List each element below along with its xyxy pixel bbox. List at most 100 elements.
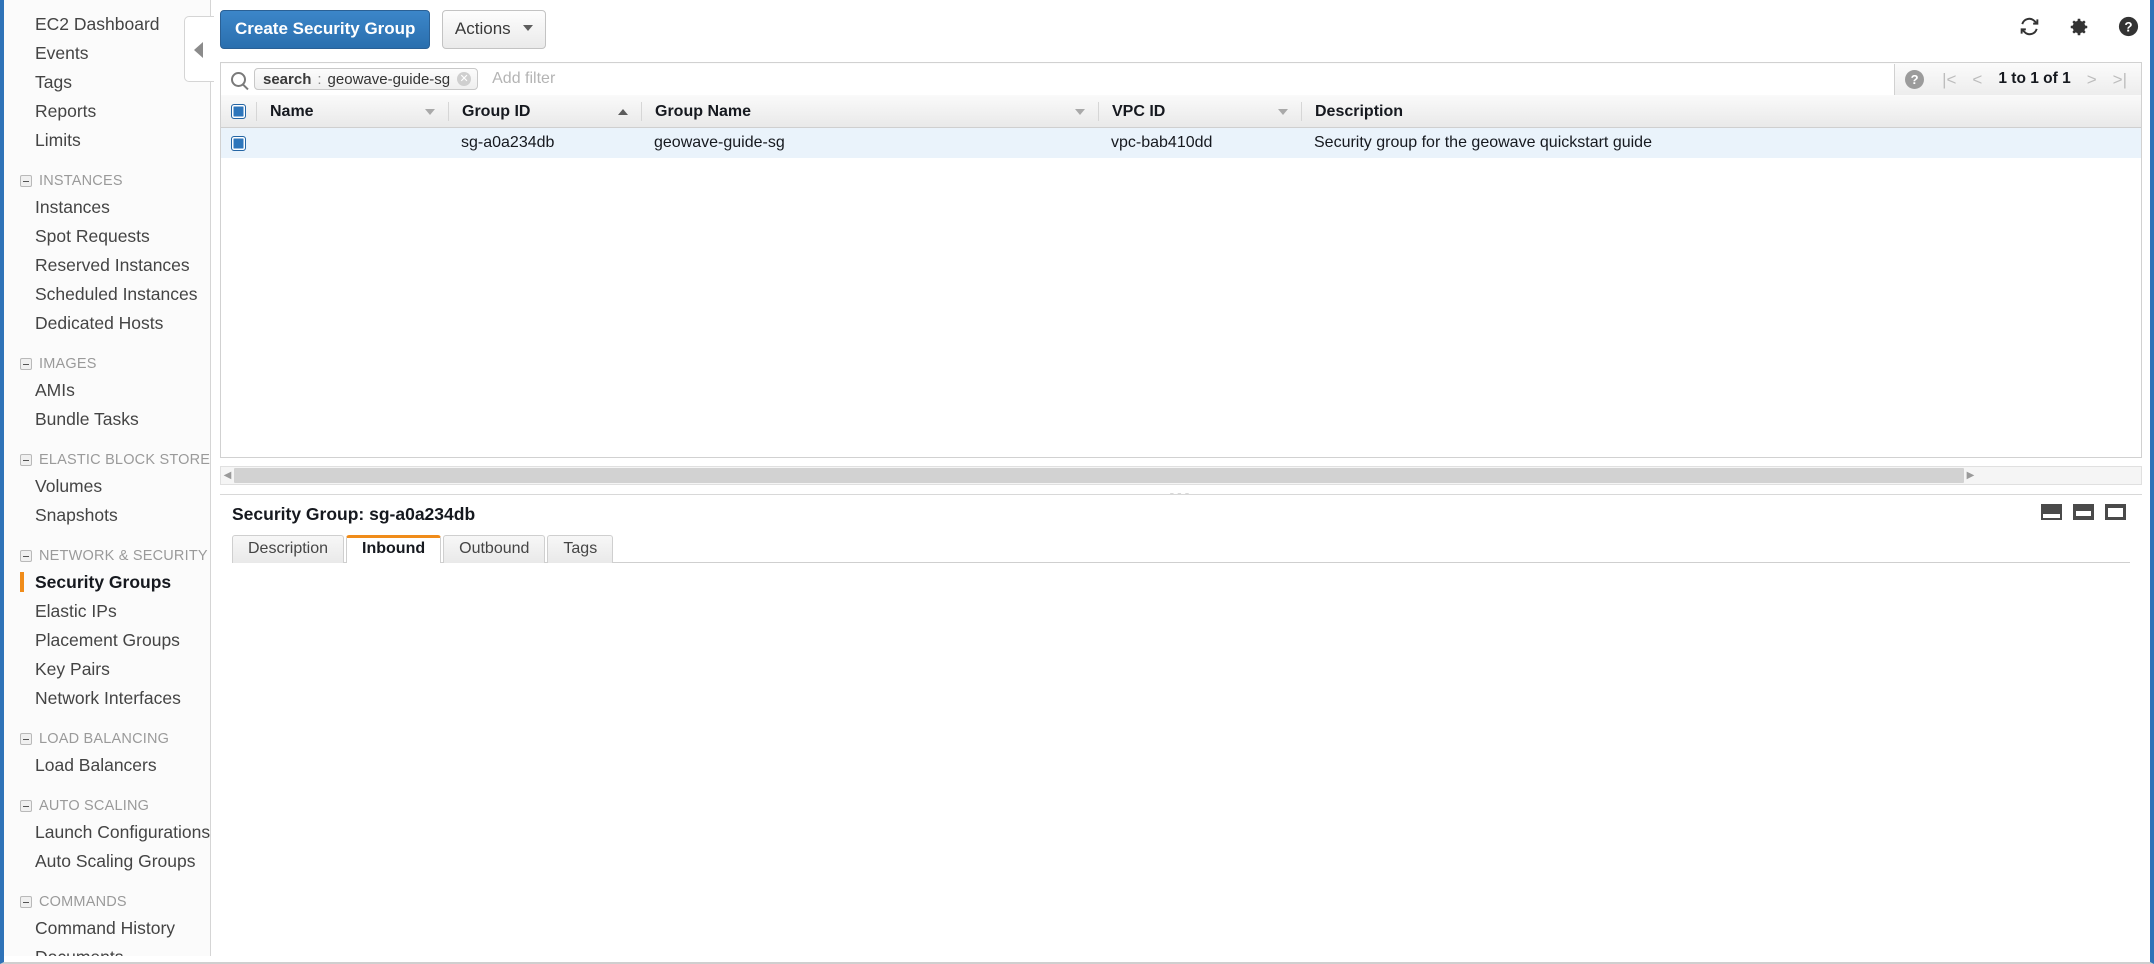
sidebar-item-spot-requests[interactable]: Spot Requests [4,222,210,251]
gear-icon[interactable] [2068,16,2090,38]
sidebar-top-links: EC2 Dashboard Events Tags Reports Limits [4,10,210,155]
add-filter-placeholder[interactable]: Add filter [492,70,555,88]
filter-token-value: geowave-guide-sg [327,70,451,88]
sidebar-group-elastic-block-store: ELASTIC BLOCK STORE [4,449,210,471]
sidebar-item-instances[interactable]: Instances [4,193,210,222]
sidebar-group-label: LOAD BALANCING [39,731,170,747]
security-groups-table: Name Group ID Group Name VPC ID Descript… [220,95,2142,458]
column-label: VPC ID [1112,102,1166,120]
sidebar-item-bundle-tasks[interactable]: Bundle Tasks [4,405,210,434]
help-icon[interactable]: ? [1905,69,1925,89]
column-header-vpc-id[interactable]: VPC ID [1098,101,1301,121]
ec2-console-window: EC2 Dashboard Events Tags Reports Limits INS… [0,0,2154,964]
pagination: |< < 1 to 1 of 1 > >| [1934,70,2141,88]
tab-outbound[interactable]: Outbound [443,535,546,563]
next-page-button[interactable]: > [2087,71,2097,88]
sort-descending-icon [1278,108,1288,115]
sidebar-item-documents[interactable]: Documents [4,943,210,956]
sidebar-item-key-pairs[interactable]: Key Pairs [4,655,210,684]
last-page-button[interactable]: >| [2113,71,2127,88]
column-header-group-name[interactable]: Group Name [641,101,1098,121]
sidebar-item-auto-scaling-groups[interactable]: Auto Scaling Groups [4,847,210,876]
sidebar-item-load-balancers[interactable]: Load Balancers [4,751,210,780]
cell-vpc-id: vpc-bab410dd [1111,134,1213,151]
sidebar-item-network-interfaces[interactable]: Network Interfaces [4,684,210,713]
actions-label: Actions [454,19,511,38]
scrollbar-thumb[interactable] [234,468,1964,483]
collapse-group-icon[interactable] [20,550,32,562]
sidebar-group-label: IMAGES [39,356,97,372]
collapse-group-icon[interactable] [20,175,32,187]
search-icon [231,71,246,87]
details-tabs: Description Inbound Outbound Tags [232,535,2130,563]
layout-full-icon[interactable] [2105,504,2126,520]
sidebar-item-scheduled-instances[interactable]: Scheduled Instances [4,280,210,309]
sidebar-item-security-groups[interactable]: Security Groups [4,568,210,597]
select-all-cell [221,103,256,119]
scroll-right-icon[interactable]: ▶ [1964,470,1977,481]
sidebar-group-label: AUTO SCALING [39,798,150,814]
previous-page-button[interactable]: < [1972,71,1982,88]
chevron-left-icon [194,42,203,58]
svg-text:?: ? [2124,19,2132,34]
first-page-button[interactable]: |< [1942,71,1956,88]
sidebar-item-tags[interactable]: Tags [4,68,210,97]
layout-split-icon[interactable] [2073,504,2094,520]
column-label: Group ID [462,102,531,120]
sidebar-item-volumes[interactable]: Volumes [4,472,210,501]
sidebar-group-label: ELASTIC BLOCK STORE [39,452,211,468]
filter-token-key: search [263,70,312,88]
refresh-icon[interactable] [2018,15,2041,38]
cell-group-name: geowave-guide-sg [654,134,785,151]
layout-bottom-icon[interactable] [2041,504,2062,520]
main-content: Create Security Group Actions ? search:… [184,0,2150,956]
sidebar-group-commands: COMMANDS [4,891,210,913]
sidebar-item-ec2-dashboard[interactable]: EC2 Dashboard [4,10,210,39]
table-row[interactable]: sg-a0a234db geowave-guide-sg vpc-bab410d… [221,128,2141,158]
column-header-name[interactable]: Name [256,101,448,121]
sidebar-item-amis[interactable]: AMIs [4,376,210,405]
sidebar-group-auto-scaling: AUTO SCALING [4,795,210,817]
horizontal-scrollbar[interactable]: ◀ ▶ [220,466,2142,485]
close-icon[interactable]: ✕ [457,72,472,86]
sidebar-item-reports[interactable]: Reports [4,97,210,126]
cell-description: Security group for the geowave quickstar… [1314,134,1652,151]
tab-inbound[interactable]: Inbound [346,535,442,563]
action-toolbar: Create Security Group Actions ? [184,0,2150,82]
collapse-group-icon[interactable] [20,454,32,466]
filter-token-separator: : [317,70,322,88]
select-all-checkbox[interactable] [231,103,246,119]
collapse-group-icon[interactable] [20,896,32,908]
sidebar-item-reserved-instances[interactable]: Reserved Instances [4,251,210,280]
sidebar-item-elastic-ips[interactable]: Elastic IPs [4,597,210,626]
sidebar-group-label: NETWORK & SECURITY [39,548,208,564]
filter-token-search[interactable]: search : geowave-guide-sg ✕ [254,68,479,90]
toolbar-icons: ? [2018,15,2140,38]
help-icon[interactable]: ? [2117,15,2140,38]
column-label: Description [1315,102,1404,120]
tab-tags[interactable]: Tags [547,535,614,563]
scroll-left-icon[interactable]: ◀ [221,470,234,481]
search-input[interactable]: search : geowave-guide-sg ✕ Add filter [221,63,1896,95]
row-checkbox[interactable] [231,135,246,151]
row-select-cell [221,135,256,151]
sidebar-item-events[interactable]: Events [4,39,210,68]
sidebar-item-launch-configurations[interactable]: Launch Configurations [4,818,210,847]
sidebar-navigation: EC2 Dashboard Events Tags Reports Limits INS… [4,0,211,956]
column-header-group-id[interactable]: Group ID [448,101,641,121]
pagination-count: 1 to 1 of 1 [1998,70,2071,87]
sidebar-item-placement-groups[interactable]: Placement Groups [4,626,210,655]
sidebar-item-dedicated-hosts[interactable]: Dedicated Hosts [4,309,210,338]
sidebar-item-command-history[interactable]: Command History [4,914,210,943]
column-header-description[interactable]: Description [1301,101,2101,121]
sidebar-item-limits[interactable]: Limits [4,126,210,155]
actions-menu-button[interactable]: Actions [441,10,547,49]
collapse-group-icon[interactable] [20,358,32,370]
sidebar-group-images: IMAGES [4,353,210,375]
create-security-group-button[interactable]: Create Security Group [220,10,431,49]
sidebar-item-snapshots[interactable]: Snapshots [4,501,210,530]
collapse-group-icon[interactable] [20,733,32,745]
sidebar-collapse-toggle[interactable] [184,16,214,82]
collapse-group-icon[interactable] [20,800,32,812]
tab-description[interactable]: Description [232,535,345,563]
